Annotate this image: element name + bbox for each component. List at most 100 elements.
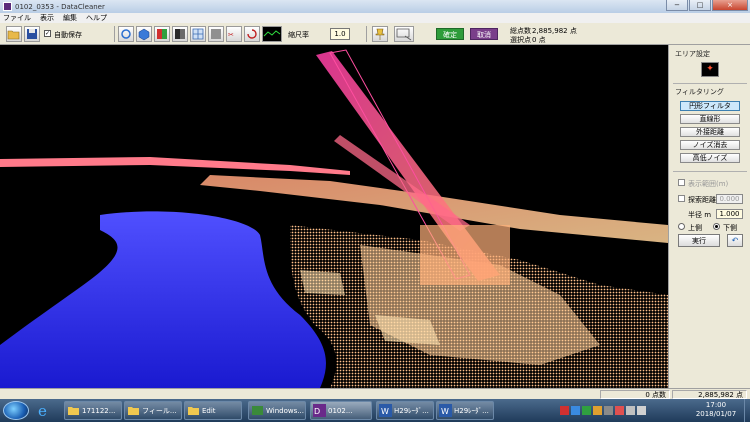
- menu-help[interactable]: ヘルプ: [86, 13, 107, 23]
- pin-icon: [375, 28, 385, 40]
- show-range-checkbox[interactable]: [678, 179, 685, 186]
- menu-bar: ファイル 表示 編集 ヘルプ: [0, 13, 750, 23]
- folder-icon: [7, 30, 20, 40]
- divider: [673, 83, 747, 84]
- task-label: フィール...: [142, 406, 177, 415]
- frame-select-button[interactable]: [394, 26, 414, 42]
- toolbar-separator: [114, 26, 115, 42]
- svg-text:✂: ✂: [228, 31, 234, 39]
- folder-icon: [128, 407, 139, 415]
- taskbar-item-folder1[interactable]: 171122...: [64, 401, 122, 420]
- menu-view[interactable]: 表示: [40, 13, 54, 23]
- right-panel: エリア設定 ✦ フィルタリング 円形フィルタ 直線形 外接距離 ノイズ消去 高低…: [668, 45, 750, 388]
- show-desktop-button[interactable]: [744, 399, 750, 422]
- search-distance-checkbox[interactable]: [678, 195, 685, 202]
- area-select-button[interactable]: ✦: [701, 62, 719, 77]
- taskbar-item-edit[interactable]: Edit: [184, 401, 242, 420]
- run-button[interactable]: 実行: [678, 234, 720, 247]
- upper-radio[interactable]: [678, 223, 685, 230]
- tray-icon[interactable]: [615, 406, 624, 415]
- bridge-deck: [0, 157, 350, 175]
- taskbar-item-datacleaner[interactable]: D 0102...: [310, 401, 372, 420]
- status-total: 2,885,982 点: [672, 390, 747, 399]
- point-cloud-viewport[interactable]: [0, 45, 668, 388]
- radius-label: 半径 m: [688, 211, 712, 219]
- tray-icon[interactable]: [604, 406, 613, 415]
- circle-filter-button[interactable]: 円形フィルタ: [680, 101, 740, 111]
- refresh-icon: [121, 29, 131, 39]
- divider: [673, 171, 747, 172]
- taskbar-item-windows[interactable]: Windows...: [248, 401, 306, 420]
- lower-radio-label: 下側: [723, 224, 737, 232]
- datacleaner-icon: D: [313, 404, 326, 417]
- save-icon: [27, 29, 37, 39]
- taskbar-item-folder2[interactable]: フィール...: [124, 401, 182, 420]
- svg-text:D: D: [314, 407, 320, 416]
- title-bar[interactable]: 0102_0353 - DataCleaner − □ ×: [0, 0, 750, 13]
- tray-icon[interactable]: [582, 406, 591, 415]
- density-label: 縮尺率: [288, 31, 309, 39]
- rotate-view-button[interactable]: [244, 26, 260, 42]
- rotate-icon: [247, 29, 257, 39]
- tray-icon[interactable]: [560, 406, 569, 415]
- color-mode-button[interactable]: [154, 26, 170, 42]
- lower-radio[interactable]: [713, 223, 720, 230]
- cube-view-button[interactable]: [136, 26, 152, 42]
- radius-input[interactable]: 1.000: [716, 209, 743, 219]
- auto-save-label: 自動保存: [54, 31, 82, 39]
- task-label: H29ﾚｰﾀﾞ...: [394, 406, 429, 415]
- taskbar-item-word2[interactable]: W H29ﾚｰﾀﾞ...: [436, 401, 494, 420]
- ie-icon[interactable]: e: [36, 402, 53, 419]
- app-window: 0102_0353 - DataCleaner − □ × ファイル 表示 編集…: [0, 0, 750, 422]
- taskbar-item-word1[interactable]: W H29ﾚｰﾀﾞ...: [376, 401, 434, 420]
- selected-count-label: 選択点: [510, 36, 531, 44]
- close-button[interactable]: ×: [712, 0, 748, 11]
- height-noise-button[interactable]: 高低ノイズ: [680, 153, 740, 163]
- accept-button[interactable]: 確定: [436, 28, 464, 40]
- point-cloud-canvas[interactable]: [0, 45, 668, 388]
- task-label: 0102...: [328, 406, 353, 415]
- auto-save-checkbox[interactable]: ✓: [44, 30, 51, 37]
- noise-remove-button[interactable]: ノイズ消去: [680, 140, 740, 150]
- open-folder-button[interactable]: [6, 26, 22, 42]
- selected-count-value: 0 点: [532, 36, 546, 44]
- undo-button[interactable]: ↶: [727, 234, 743, 247]
- pin-button[interactable]: [372, 26, 388, 42]
- density-input[interactable]: 1.0: [330, 28, 350, 40]
- area-setting-title: エリア設定: [675, 50, 710, 58]
- show-range-label: 表示範囲(m): [688, 180, 729, 188]
- menu-edit[interactable]: 編集: [63, 13, 77, 23]
- folder-icon: [68, 407, 79, 415]
- network-icon[interactable]: [626, 406, 635, 415]
- volume-icon[interactable]: [637, 406, 646, 415]
- cancel-button[interactable]: 取消: [470, 28, 498, 40]
- search-distance-input[interactable]: 0.000: [716, 194, 743, 204]
- profile-view-button[interactable]: [262, 26, 282, 42]
- save-button[interactable]: [24, 26, 40, 42]
- menu-file[interactable]: ファイル: [3, 13, 31, 23]
- waveform-icon: [263, 27, 281, 41]
- frame-icon: [396, 28, 412, 41]
- zoom-view-button[interactable]: ✂: [226, 26, 242, 42]
- maximize-button[interactable]: □: [689, 0, 711, 11]
- refresh-button[interactable]: [118, 26, 134, 42]
- palette-icon: [157, 29, 167, 39]
- linear-filter-button[interactable]: 直線形: [680, 114, 740, 124]
- river-water: [0, 211, 326, 388]
- grid-view-button[interactable]: [190, 26, 206, 42]
- undo-icon: ↶: [731, 236, 739, 245]
- clock-time: 17:00: [705, 401, 727, 409]
- intensity-mode-button[interactable]: [172, 26, 188, 42]
- gray-mode-button[interactable]: [208, 26, 224, 42]
- tray-icon[interactable]: [593, 406, 602, 415]
- grid-icon: [192, 28, 204, 40]
- clock[interactable]: 17:00 2018/01/07: [690, 401, 742, 420]
- start-button[interactable]: [3, 401, 29, 420]
- tray-icon[interactable]: [571, 406, 580, 415]
- search-distance-label: 探索距離: [688, 196, 716, 204]
- window-title: 0102_0353 - DataCleaner: [15, 2, 105, 11]
- minimize-button[interactable]: −: [666, 0, 688, 11]
- distance-filter-button[interactable]: 外接距離: [680, 127, 740, 137]
- crane-cab: [420, 225, 510, 285]
- window-controls: − □ ×: [665, 0, 748, 11]
